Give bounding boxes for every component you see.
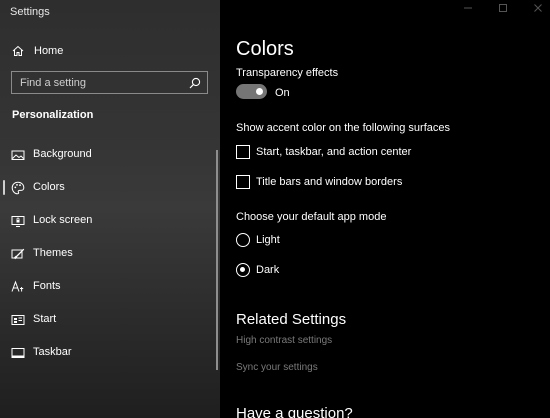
checkbox-start-taskbar[interactable]: [236, 145, 250, 159]
close-icon[interactable]: [533, 3, 543, 13]
link-high-contrast[interactable]: High contrast settings: [236, 335, 332, 346]
window-title: Settings: [10, 6, 50, 18]
minimize-icon[interactable]: [463, 3, 473, 13]
transparency-label: Transparency effects: [236, 67, 339, 79]
sidebar-item-label: Lock screen: [33, 214, 93, 226]
link-sync-settings[interactable]: Sync your settings: [236, 362, 318, 373]
search-input[interactable]: [12, 76, 182, 89]
lock-screen-icon: [11, 216, 25, 227]
sidebar-item-label: Start: [33, 313, 57, 325]
image-icon: [11, 150, 25, 160]
home-icon: [12, 45, 24, 56]
question-heading: Have a question?: [236, 405, 353, 418]
brush-icon: [11, 248, 25, 260]
transparency-state: On: [275, 87, 290, 99]
transparency-toggle[interactable]: [236, 84, 267, 99]
checkbox-title-bars-label[interactable]: Title bars and window borders: [256, 176, 402, 188]
sidebar-item-background[interactable]: Background: [0, 144, 220, 166]
sidebar-item-label: Taskbar: [33, 346, 72, 358]
sidebar-item-lock-screen[interactable]: Lock screen: [0, 210, 220, 232]
page-title: Colors: [236, 38, 294, 60]
app-mode-label: Choose your default app mode: [236, 211, 387, 223]
related-settings-heading: Related Settings: [236, 311, 347, 328]
radio-dark[interactable]: [236, 263, 250, 277]
sidebar-scrollbar[interactable]: [216, 150, 218, 370]
checkbox-start-taskbar-label[interactable]: Start, taskbar, and action center: [256, 146, 411, 158]
sidebar-item-fonts[interactable]: Fonts: [0, 276, 220, 298]
start-icon: [11, 315, 25, 325]
maximize-icon[interactable]: [498, 3, 508, 13]
sidebar: Settings Home Personalization Background…: [0, 0, 220, 418]
content-pane: Colors Transparency effects On Show acce…: [220, 0, 550, 418]
sidebar-item-themes[interactable]: Themes: [0, 243, 220, 265]
toggle-knob: [256, 88, 263, 95]
sidebar-item-label: Colors: [33, 181, 65, 193]
sidebar-item-label: Themes: [33, 247, 73, 259]
radio-light[interactable]: [236, 233, 250, 247]
sidebar-item-colors[interactable]: Colors: [0, 177, 220, 199]
accent-surfaces-label: Show accent color on the following surfa…: [236, 122, 451, 134]
search-icon[interactable]: [189, 77, 201, 89]
sidebar-item-start[interactable]: Start: [0, 309, 220, 331]
home-label: Home: [34, 45, 64, 57]
search-box[interactable]: [11, 71, 208, 94]
sidebar-item-label: Fonts: [33, 280, 61, 292]
taskbar-icon: [11, 348, 25, 358]
palette-icon: [11, 181, 25, 195]
radio-dark-label[interactable]: Dark: [256, 264, 279, 276]
checkbox-title-bars[interactable]: [236, 175, 250, 189]
selection-indicator: [3, 180, 5, 195]
sidebar-item-taskbar[interactable]: Taskbar: [0, 342, 220, 364]
fonts-icon: [11, 280, 24, 292]
sidebar-item-label: Background: [33, 148, 92, 160]
home-nav-item[interactable]: Home: [12, 44, 63, 58]
section-title: Personalization: [12, 109, 94, 121]
radio-light-label[interactable]: Light: [256, 234, 280, 246]
